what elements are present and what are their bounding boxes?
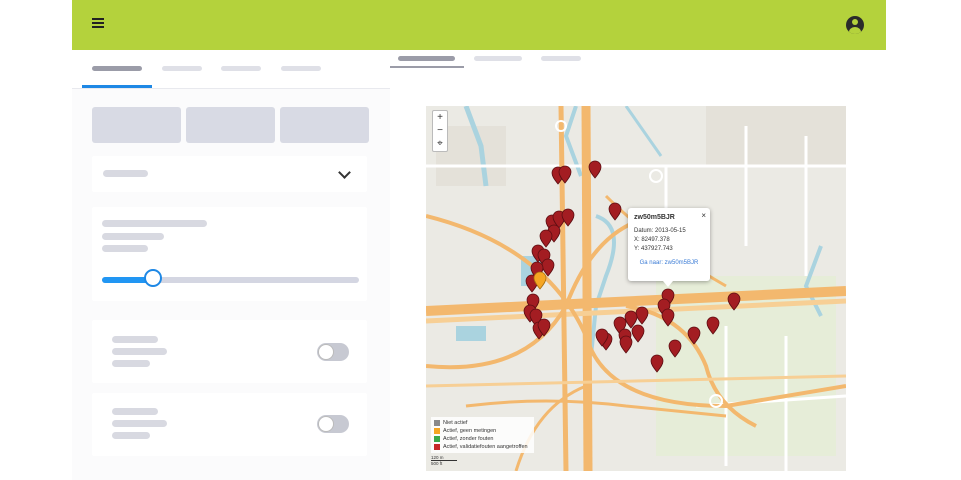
toggle-2-subtitle [112,420,167,427]
right-tab-2[interactable] [474,56,522,61]
map-pin-icon [706,316,720,335]
marker-popup: × zw50m5BJR Datum: 2013-05-15 X: 82497.3… [628,208,710,281]
legend-swatch [434,443,440,450]
scale-bar: 120 m 500 ft [431,455,457,466]
app-bar [72,0,886,50]
toggle-1-subtitle [112,348,167,355]
legend-item: Actief, validatiefouten aangetroffen [434,443,531,451]
legend-item: Actief, geen metingen [434,427,531,435]
slider-subtitle [102,233,164,240]
map-pin-icon [668,339,682,358]
map-pin-icon [608,202,622,221]
toggle-switch-1[interactable] [317,343,349,361]
option-tile-1[interactable] [92,107,181,143]
dropdown-label [103,170,148,177]
toggle-1-title [112,336,158,343]
popup-link[interactable]: Ga naar: zw50m5BJR [634,260,704,266]
close-icon[interactable]: × [701,211,706,220]
right-tab-3[interactable] [541,56,581,61]
popup-x: X: 82497.378 [634,237,670,243]
map-pin-icon [631,324,645,343]
tab-3[interactable] [221,66,261,71]
zoom-control: + − ⌖ [432,110,448,152]
tab-1[interactable] [92,66,142,71]
legend-swatch [434,435,440,442]
map-pin-icon [727,292,741,311]
map-pin-icon [687,326,701,345]
option-tile-2[interactable] [186,107,275,143]
popup-pointer [663,281,673,287]
zoom-out-button[interactable]: − [433,124,447,137]
zoom-in-button[interactable]: + [433,111,447,124]
tab-2[interactable] [162,66,202,71]
slider-value [102,245,148,252]
chevron-down-icon [338,166,351,179]
map-pin-icon [661,308,675,327]
map-pin-icon [619,335,633,354]
map-pin-icon [561,208,575,227]
map-legend: Niet actief Actief, geen metingen Actief… [431,417,534,453]
popup-y: Y: 437927.743 [634,246,673,252]
slider-thumb[interactable] [144,269,162,287]
map-pin-icon [650,354,664,373]
locate-icon[interactable]: ⌖ [433,137,447,150]
account-circle-icon[interactable] [846,16,864,34]
active-tab-indicator [82,85,152,88]
legend-swatch [434,419,440,426]
popup-title: zw50m5BJR [634,214,675,221]
range-slider[interactable] [102,269,359,287]
map-pin-icon [635,306,649,325]
tab-4[interactable] [281,66,321,71]
slider-card [92,207,367,301]
slider-title [102,220,207,227]
map-pin-icon [588,160,602,179]
hamburger-menu-icon[interactable] [92,18,104,28]
legend-item: Niet actief [434,419,531,427]
toggle-1-detail [112,360,150,367]
map-pin-icon [539,229,553,248]
popup-date: Datum: 2013-05-15 [634,228,686,234]
left-tab-bar [72,50,390,89]
map-view[interactable]: + − ⌖ × zw50m5BJR Datum: 2013-05-15 X: 8… [426,106,846,471]
dropdown-select[interactable] [92,156,367,192]
toggle-2-title [112,408,158,415]
toggle-card-2 [92,393,367,456]
right-tab-1[interactable] [398,56,455,61]
legend-item: Actief, zonder fouten [434,435,531,443]
legend-swatch [434,427,440,434]
right-active-tab-indicator [390,66,464,68]
toggle-2-detail [112,432,150,439]
toggle-card-1 [92,320,367,383]
option-tile-3[interactable] [280,107,369,143]
toggle-switch-2[interactable] [317,415,349,433]
